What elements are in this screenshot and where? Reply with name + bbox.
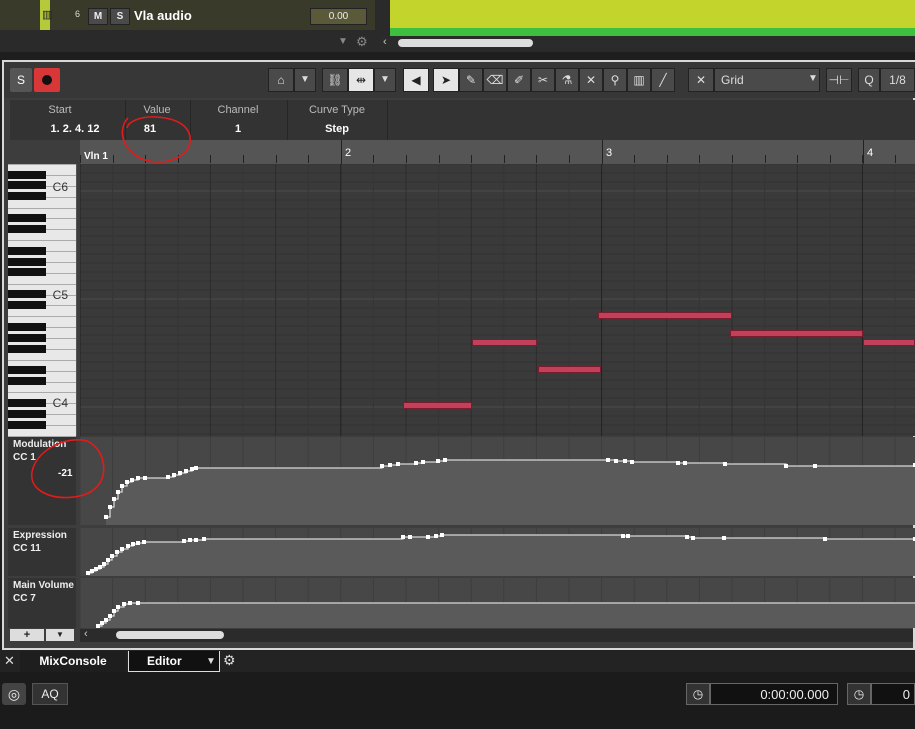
annotation-overlay: [31, 116, 191, 499]
annotation-circle: [121, 116, 191, 163]
annotation-circle: [31, 439, 105, 499]
